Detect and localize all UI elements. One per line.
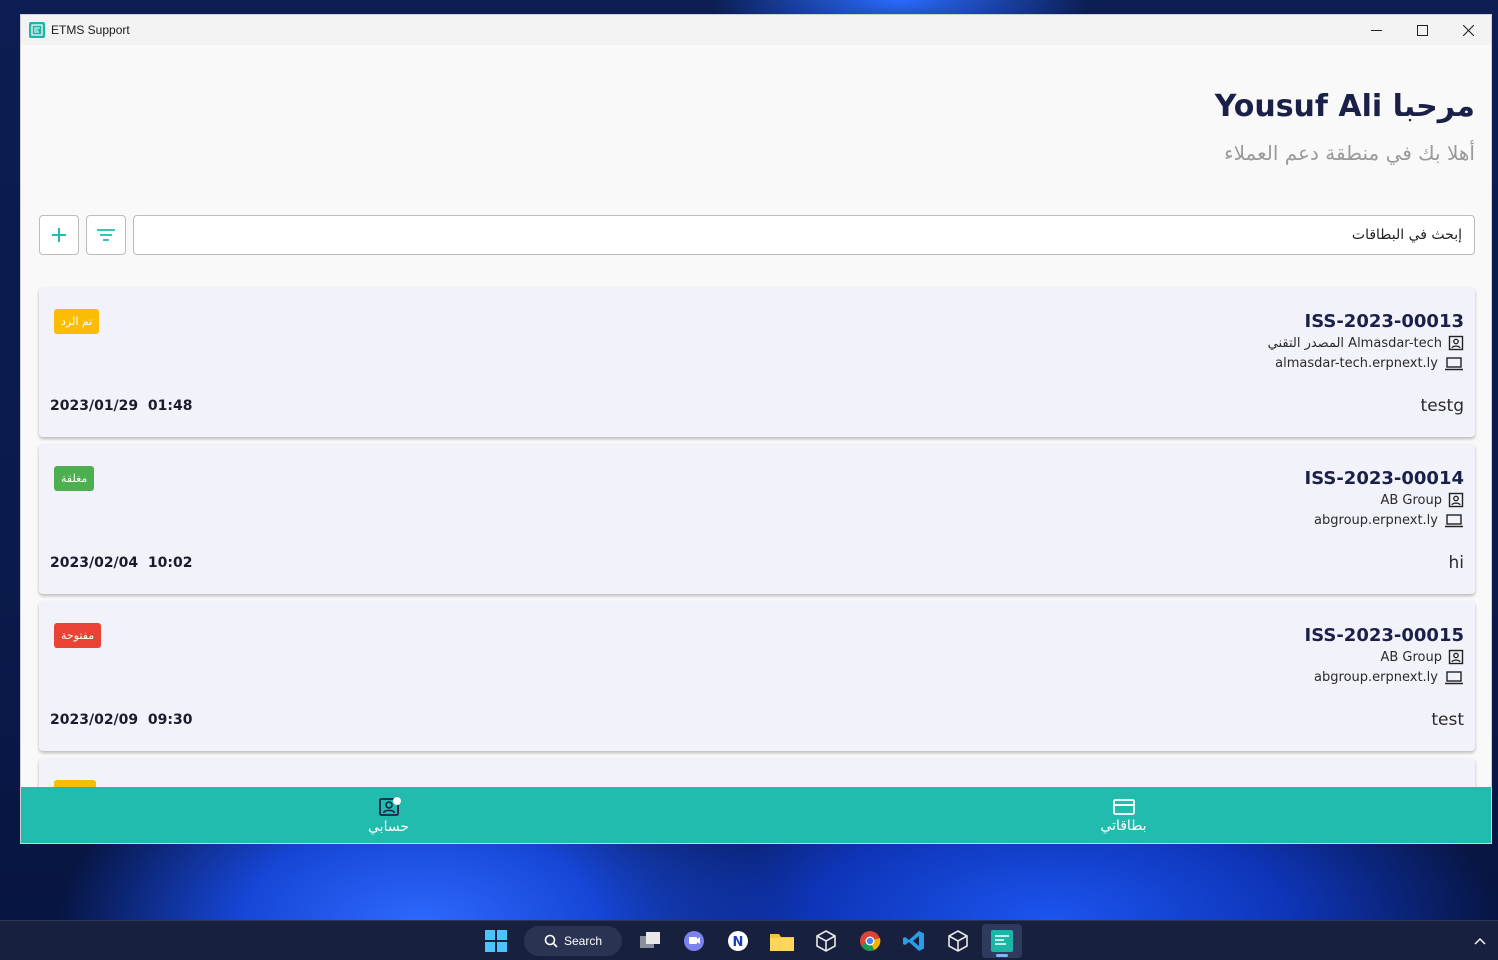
task-view-icon <box>640 931 660 948</box>
windows-start-icon <box>485 929 507 952</box>
vscode-icon <box>903 930 924 951</box>
taskbar: Search N <box>0 920 1498 960</box>
filter-icon <box>97 229 115 241</box>
notification-dot <box>392 797 401 805</box>
maximize-button[interactable] <box>1399 15 1445 45</box>
app-n-button[interactable]: N <box>718 924 758 958</box>
bottom-navigation: حسابي بطاقاتي <box>21 787 1491 843</box>
ticket-id: ISS-2023-00014 <box>1304 468 1464 489</box>
ticket-card[interactable]: مفتوحة ISS-2023-00015 AB Group abgroup.e… <box>39 601 1475 751</box>
status-badge: مفتوحة <box>54 623 102 648</box>
ticket-site: abgroup.erpnext.ly <box>1314 670 1438 685</box>
card-icon <box>1112 799 1135 815</box>
ticket-customer: المصدر التقني Almasdar-tech <box>1267 335 1442 351</box>
laptop-icon <box>1445 356 1463 370</box>
close-button[interactable] <box>1445 15 1491 45</box>
minimize-icon <box>1370 29 1382 31</box>
app-window: ETMS Support مرحبا Yousuf Ali أهلا بك في… <box>20 14 1492 844</box>
search-box[interactable] <box>133 215 1475 255</box>
ticket-date: 2023/02/09 09:30 <box>50 712 193 728</box>
chat-icon <box>684 930 704 951</box>
laptop-icon <box>1445 513 1463 527</box>
ticket-id: ISS-2023-00013 <box>1304 311 1464 332</box>
contact-icon <box>1448 492 1464 508</box>
close-icon <box>1462 24 1474 36</box>
title-bar[interactable]: ETMS Support <box>21 15 1491 45</box>
app-n-icon: N <box>728 930 748 951</box>
start-button[interactable] <box>476 924 516 958</box>
ticket-id: ISS-2023-00015 <box>1304 625 1464 646</box>
ticket-subject: hi <box>1448 553 1465 573</box>
cube-icon <box>948 929 968 952</box>
nav-account[interactable]: حسابي <box>21 787 756 843</box>
nav-cards-label: بطاقاتي <box>1100 818 1147 834</box>
etms-support-taskbar-button[interactable] <box>982 923 1022 958</box>
file-explorer-button[interactable] <box>762 924 802 958</box>
greeting-subtitle: أهلا بك في منطقة دعم العملاء <box>1224 141 1475 165</box>
vscode-button[interactable] <box>894 924 934 958</box>
plus-icon <box>52 228 66 242</box>
taskbar-search-label: Search <box>564 933 603 948</box>
app-logo-icon <box>29 22 45 38</box>
filter-button[interactable] <box>86 215 126 255</box>
svg-text:N: N <box>733 935 744 950</box>
ticket-subject: testg <box>1420 396 1464 416</box>
contact-icon <box>1448 335 1464 351</box>
task-view-button[interactable] <box>630 924 670 958</box>
window-title: ETMS Support <box>51 23 130 37</box>
greeting-title: مرحبا Yousuf Ali <box>1214 89 1475 124</box>
status-badge: مغلقة <box>54 466 95 491</box>
virtualbox-button[interactable] <box>806 924 846 958</box>
teams-button[interactable] <box>674 924 714 958</box>
maximize-icon <box>1416 24 1428 36</box>
ticket-date: 2023/01/29 01:48 <box>50 398 193 414</box>
search-input[interactable] <box>134 227 1462 243</box>
status-badge: تم الرد <box>54 309 100 334</box>
chrome-icon <box>860 930 881 951</box>
taskbar-search[interactable]: Search <box>524 925 622 956</box>
ticket-site: almasdar-tech.erpnext.ly <box>1275 356 1438 371</box>
ticket-list: تم الرد ISS-2023-00013 المصدر التقني Alm… <box>39 287 1475 805</box>
folder-icon <box>770 933 794 951</box>
ticket-customer: AB Group <box>1380 492 1442 508</box>
cube-icon <box>816 929 836 952</box>
ticket-card[interactable]: مغلقة ISS-2023-00014 AB Group abgroup.er… <box>39 444 1475 594</box>
minimize-button[interactable] <box>1353 15 1399 45</box>
chrome-button[interactable] <box>850 924 890 958</box>
search-icon <box>544 934 558 948</box>
app-logo-icon <box>991 929 1013 952</box>
contact-icon <box>1448 649 1464 665</box>
add-ticket-button[interactable] <box>39 215 79 255</box>
virtualbox-2-button[interactable] <box>938 924 978 958</box>
tray-chevron-up-icon[interactable] <box>1474 933 1486 949</box>
laptop-icon <box>1445 670 1463 684</box>
ticket-date: 2023/02/04 10:02 <box>50 555 193 571</box>
nav-cards[interactable]: بطاقاتي <box>756 787 1491 843</box>
ticket-site: abgroup.erpnext.ly <box>1314 513 1438 528</box>
ticket-subject: test <box>1431 710 1464 730</box>
ticket-card[interactable]: تم الرد ISS-2023-00013 المصدر التقني Alm… <box>39 287 1475 437</box>
nav-account-label: حسابي <box>368 819 409 835</box>
main-content: مرحبا Yousuf Ali أهلا بك في منطقة دعم ال… <box>21 45 1491 843</box>
ticket-customer: AB Group <box>1380 649 1442 665</box>
